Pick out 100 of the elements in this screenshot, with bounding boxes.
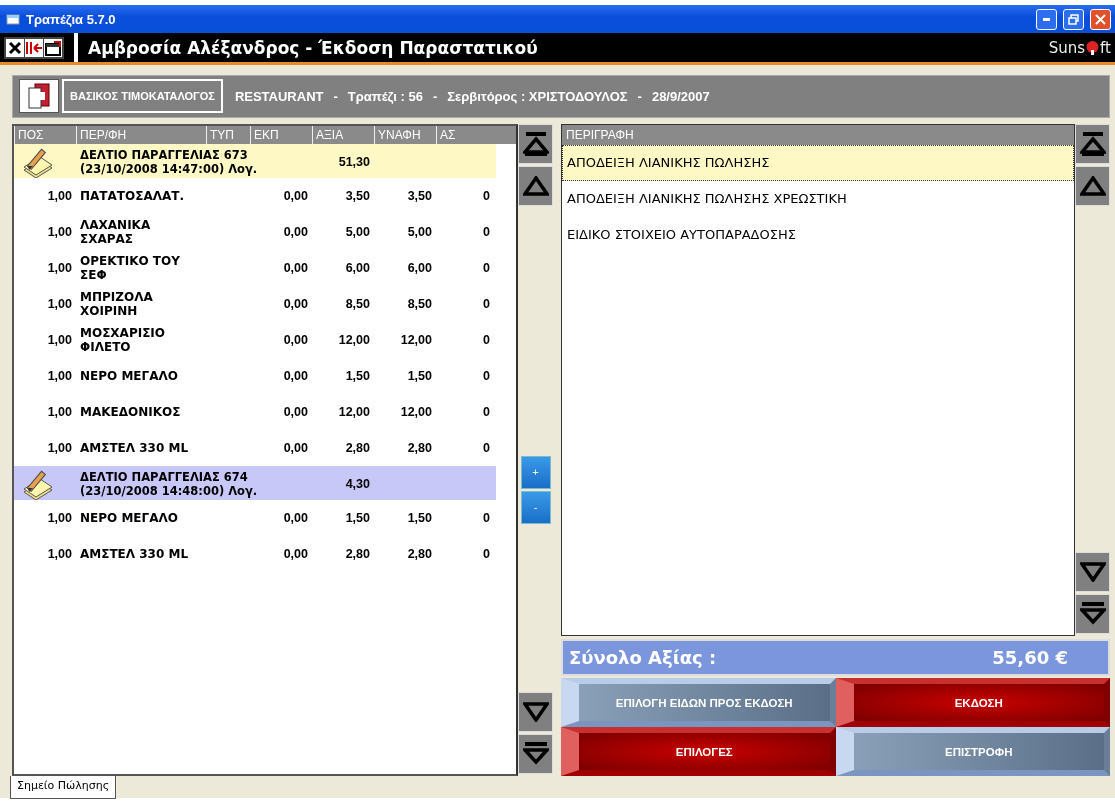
scroll-first-button[interactable] — [1075, 123, 1110, 164]
scroll-first-button[interactable] — [518, 123, 553, 164]
order-row[interactable]: ΔΕΛΤΙΟ ΠΑΡΑΓΓΕΛΙΑΣ 674 (23/10/2008 14:48:00) Λογ. 4,30 — [14, 465, 496, 500]
item-name-cell-text: ΛΑΧΑΝΙΚΑ ΣΧΑΡΑΣ — [79, 217, 152, 246]
order-row[interactable]: ΔΕΛΤΙΟ ΠΑΡΑΓΓΕΛΙΑΣ 673 (23/10/2008 14:47:00) Λογ. 51,30 — [14, 143, 496, 178]
minimize-icon — [1043, 17, 1050, 21]
last-arrow-icon — [522, 742, 549, 766]
window-title: Τραπέζια 5.7.0 — [26, 11, 117, 27]
decrease-button[interactable]: - — [520, 490, 551, 524]
discount-cell-text: 0,00 — [282, 368, 309, 383]
quantity-cell-text: 1,00 — [46, 296, 73, 311]
restore-button[interactable] — [1063, 8, 1084, 30]
order-timestamp: (23/10/2008 14:48:00) Λογ. — [80, 484, 259, 499]
value-cell-text: 2,80 — [344, 440, 371, 455]
restore-icon — [1068, 13, 1079, 25]
discount-cell-text: 0,00 — [282, 296, 309, 311]
scroll-last-button[interactable] — [1075, 594, 1110, 634]
discount-cell-text: 0,00 — [282, 260, 309, 275]
value-cell-text: 1,50 — [344, 368, 371, 383]
screen-title: Αμβροσία Αλέξανδρος - Έκδοση Παραστατικού — [88, 37, 539, 58]
quantity-cell-text: 1,00 — [46, 546, 73, 561]
table-cell-text: 0 — [482, 188, 491, 203]
arrows-icon[interactable] — [25, 38, 43, 57]
increase-button[interactable]: + — [520, 455, 551, 489]
window-icon[interactable] — [44, 38, 62, 57]
separator-text: - — [432, 88, 438, 104]
column-header: ΠΕΡ/ΦΗ — [76, 125, 206, 144]
column-header: ΑΞΙΑ — [312, 125, 374, 144]
book-icon — [25, 82, 53, 111]
total-cell-text: 12,00 — [399, 332, 433, 347]
item-name-cell-text: ΝΕΡΟ ΜΕΓΑΛΟ — [79, 510, 179, 525]
info-text: 28/9/2007 — [651, 88, 710, 104]
minimize-button[interactable] — [1036, 8, 1057, 30]
table-cell-text: 0 — [482, 546, 491, 561]
item-name-cell-text: ΜΠΡΙΖΟΛΑ ΧΟΙΡΙΝΗ — [79, 289, 154, 318]
total-cell-text: 2,80 — [406, 546, 433, 561]
table-cell-text: 0 — [482, 296, 491, 311]
order-value: 51,30 — [337, 155, 371, 170]
value-cell-text: 2,80 — [344, 546, 371, 561]
total-cell-text: 8,50 — [406, 296, 433, 311]
quantity-cell-text: 1,00 — [46, 404, 73, 419]
discount-cell-text: 0,00 — [282, 188, 309, 203]
scroll-down-button[interactable] — [518, 692, 553, 732]
info-text: Σερβιτόρος : ΧΡΙΣΤΟΔΟΥΛΟΣ — [447, 88, 628, 104]
close-icon[interactable] — [6, 38, 24, 57]
column-header: ΠΟΣ — [14, 125, 76, 144]
discount-cell-text: 0,00 — [282, 510, 309, 525]
item-name-cell-text: ΝΕΡΟ ΜΕΓΑΛΟ — [79, 368, 179, 383]
quantity-cell-text: 1,00 — [46, 224, 73, 239]
value-cell-text: 8,50 — [344, 296, 371, 311]
document-type-item[interactable]: ΑΠΟΔΕΙΞΗ ΛΙΑΝΙΚΗΣ ΠΩΛΗΣΗΣ ΧΡΕΩΣΤΙΚΗ — [562, 180, 1074, 217]
logo-sun-icon — [1085, 40, 1101, 55]
scroll-last-button[interactable] — [518, 734, 553, 774]
action-button[interactable]: ΕΚΔΟΣΗ — [835, 678, 1110, 727]
total-cell-text: 5,00 — [406, 224, 433, 239]
value-cell-text: 3,50 — [344, 188, 371, 203]
column-header: ΑΣ — [436, 125, 494, 144]
scroll-up-button[interactable] — [1075, 165, 1110, 206]
value-cell-text: 5,00 — [344, 224, 371, 239]
action-button[interactable]: ΕΠΙΛΟΓΗ ΕΙΔΩΝ ΠΡΟΣ ΕΚΔΟΣΗ — [561, 678, 836, 727]
total-cell-text: 1,50 — [406, 510, 433, 525]
value-cell-text: 12,00 — [337, 332, 371, 347]
item-name-cell-text: ΟΡΕΚΤΙΚΟ ΤΟΥ ΣΕΦ — [79, 253, 181, 282]
value-cell-text: 6,00 — [344, 260, 371, 275]
order-title: ΔΕΛΤΙΟ ΠΑΡΑΓΓΕΛΙΑΣ 674 — [80, 470, 249, 485]
action-button[interactable]: ΕΠΙΛΟΓΕΣ — [561, 727, 836, 776]
total-label: Σύνολο Αξίας : — [569, 647, 717, 668]
table-cell-text: 0 — [482, 510, 491, 525]
quantity-cell-text: 1,00 — [46, 368, 73, 383]
info-text: Τραπέζι : 56 — [347, 88, 423, 104]
price-list-button[interactable]: ΒΑΣΙΚΟΣ ΤΙΜΟΚΑΤΑΛΟΓΟΣ — [62, 79, 223, 114]
total-cell-text: 12,00 — [399, 404, 433, 419]
tab[interactable]: Σημείο Πώλησης — [10, 776, 117, 799]
logo-text: Suns — [1048, 38, 1086, 57]
column-header: ΤΥΠ — [206, 125, 250, 144]
order-timestamp: (23/10/2008 14:47:00) Λογ. — [80, 162, 259, 177]
item-name-cell-text: ΑΜΣΤΕΛ 330 ML — [79, 440, 190, 455]
item-name-cell-text: ΑΜΣΤΕΛ 330 ML — [79, 546, 190, 561]
total-cell-text: 3,50 — [406, 188, 433, 203]
action-button[interactable]: ΕΠΙΣΤΡΟΦΗ — [835, 727, 1110, 776]
column-header: ΠΕΡΙΓΡΑΦΗ — [562, 124, 1074, 145]
order-value: 4,30 — [344, 477, 371, 492]
scroll-down-button[interactable] — [1075, 552, 1110, 592]
item-name-cell-text: ΜΑΚΕΔΟΝΙΚΟΣ — [79, 404, 182, 419]
item-name-cell-text: ΜΟΣΧΑΡΙΣΙΟ ΦΙΛΕΤΟ — [79, 325, 166, 354]
document-type-item[interactable]: ΕΙΔΙΚΟ ΣΤΟΙΧΕΙΟ ΑΥΤΟΠΑΡΑΔΟΣΗΣ — [562, 216, 1074, 253]
column-header: ΕΚΠ — [250, 125, 312, 144]
app-icon — [6, 13, 20, 25]
discount-cell-text: 0,00 — [282, 404, 309, 419]
total-cell-text: 2,80 — [406, 440, 433, 455]
quantity-cell-text: 1,00 — [46, 188, 73, 203]
value-cell-text: 12,00 — [337, 404, 371, 419]
document-type-item[interactable]: ΑΠΟΔΕΙΞΗ ΛΙΑΝΙΚΗΣ ΠΩΛΗΣΗΣ — [562, 144, 1074, 181]
logo-text: ft — [1100, 38, 1111, 57]
close-button[interactable] — [1090, 8, 1111, 30]
price-list-icon-button[interactable] — [19, 79, 59, 114]
scroll-up-button[interactable] — [518, 165, 553, 206]
down-arrow-icon — [1079, 562, 1106, 582]
total-amount: 55,60 € — [992, 647, 1068, 668]
table-cell-text: 0 — [482, 368, 491, 383]
